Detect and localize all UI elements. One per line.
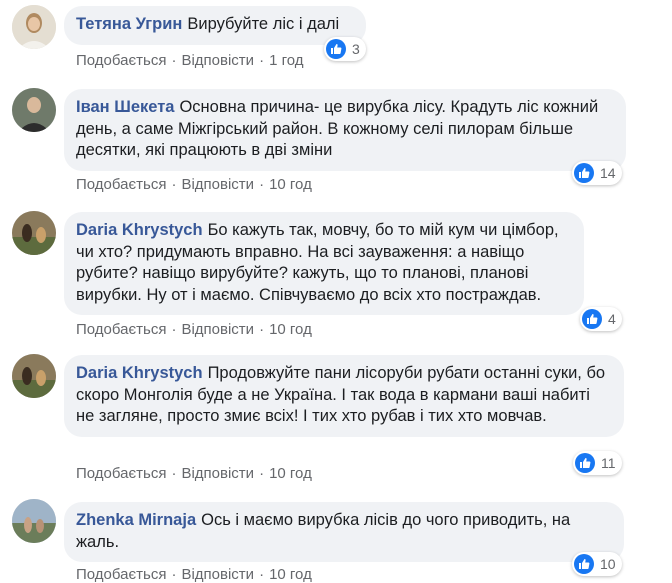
reply-link[interactable]: Відповісти [181, 52, 254, 69]
like-icon [575, 453, 595, 473]
dot-separator: · [171, 321, 177, 338]
comment-actions: Подобається · Відповісти · 10 год [76, 321, 312, 338]
comment-author[interactable]: Daria Khrystych [76, 221, 203, 239]
reaction-number: 10 [600, 556, 616, 572]
reply-link[interactable]: Відповісти [181, 465, 254, 482]
comment-actions: Подобається · Відповісти · 10 год [76, 176, 312, 193]
comment-author[interactable]: Іван Шекета [76, 98, 174, 116]
dot-separator: · [171, 465, 177, 482]
comment-author[interactable]: Daria Khrystych [76, 364, 203, 382]
like-link[interactable]: Подобається [76, 321, 166, 338]
comment-time[interactable]: 10 год [269, 566, 312, 583]
like-link[interactable]: Подобається [76, 176, 166, 193]
like-icon [574, 163, 594, 183]
comment-actions: Подобається · Відповісти · 10 год [76, 566, 312, 583]
dot-separator: · [259, 566, 265, 583]
avatar[interactable] [12, 499, 56, 543]
comment-bubble: Іван Шекета Основна причина- це вирубка л… [64, 89, 626, 171]
comment-actions: Подобається · Відповісти · 10 год [76, 465, 312, 482]
avatar[interactable] [12, 354, 56, 398]
dot-separator: · [259, 465, 265, 482]
comment-author[interactable]: Тетяна Угрин [76, 15, 182, 33]
dot-separator: · [259, 52, 265, 69]
reaction-count[interactable]: 14 [572, 161, 622, 185]
comment-bubble: Zhenka Mirnaja Ось і маємо вирубка лісів … [64, 502, 624, 562]
reaction-number: 11 [601, 455, 616, 471]
comment-bubble: Daria Khrystych Бо кажуть так, мовчу, бо … [64, 212, 584, 315]
avatar[interactable] [12, 211, 56, 255]
avatar-photo [12, 5, 56, 49]
comment-time[interactable]: 1 год [269, 52, 303, 69]
reply-link[interactable]: Відповісти [181, 321, 254, 338]
comment-time[interactable]: 10 год [269, 176, 312, 193]
reaction-count[interactable]: 11 [573, 451, 622, 475]
reply-link[interactable]: Відповісти [181, 566, 254, 583]
reaction-number: 3 [352, 41, 360, 57]
dot-separator: · [259, 321, 265, 338]
avatar-photo [12, 354, 56, 398]
comment-time[interactable]: 10 год [269, 321, 312, 338]
dot-separator: · [171, 566, 177, 583]
like-icon [326, 39, 346, 59]
comment-time[interactable]: 10 год [269, 465, 312, 482]
reaction-number: 4 [608, 311, 616, 327]
comment-bubble: Тетяна Угрин Вирубуйте ліс і далі [64, 6, 366, 45]
avatar[interactable] [12, 5, 56, 49]
reaction-count[interactable]: 3 [324, 37, 366, 61]
comment-text: Вирубуйте ліс і далі [187, 15, 340, 33]
avatar[interactable] [12, 88, 56, 132]
avatar-photo [12, 88, 56, 132]
dot-separator: · [171, 176, 177, 193]
comment-bubble: Daria Khrystych Продовжуйте пани лісоруби… [64, 355, 624, 437]
avatar-photo [12, 499, 56, 543]
avatar-photo [12, 211, 56, 255]
like-link[interactable]: Подобається [76, 465, 166, 482]
like-link[interactable]: Подобається [76, 52, 166, 69]
dot-separator: · [259, 176, 265, 193]
like-icon [574, 554, 594, 574]
comment-actions: Подобається · Відповісти · 1 год [76, 52, 303, 69]
reply-link[interactable]: Відповісти [181, 176, 254, 193]
reaction-count[interactable]: 10 [572, 552, 622, 576]
reaction-number: 14 [600, 165, 616, 181]
dot-separator: · [171, 52, 177, 69]
like-link[interactable]: Подобається [76, 566, 166, 583]
reaction-count[interactable]: 4 [580, 307, 622, 331]
comment-author[interactable]: Zhenka Mirnaja [76, 511, 196, 529]
like-icon [582, 309, 602, 329]
